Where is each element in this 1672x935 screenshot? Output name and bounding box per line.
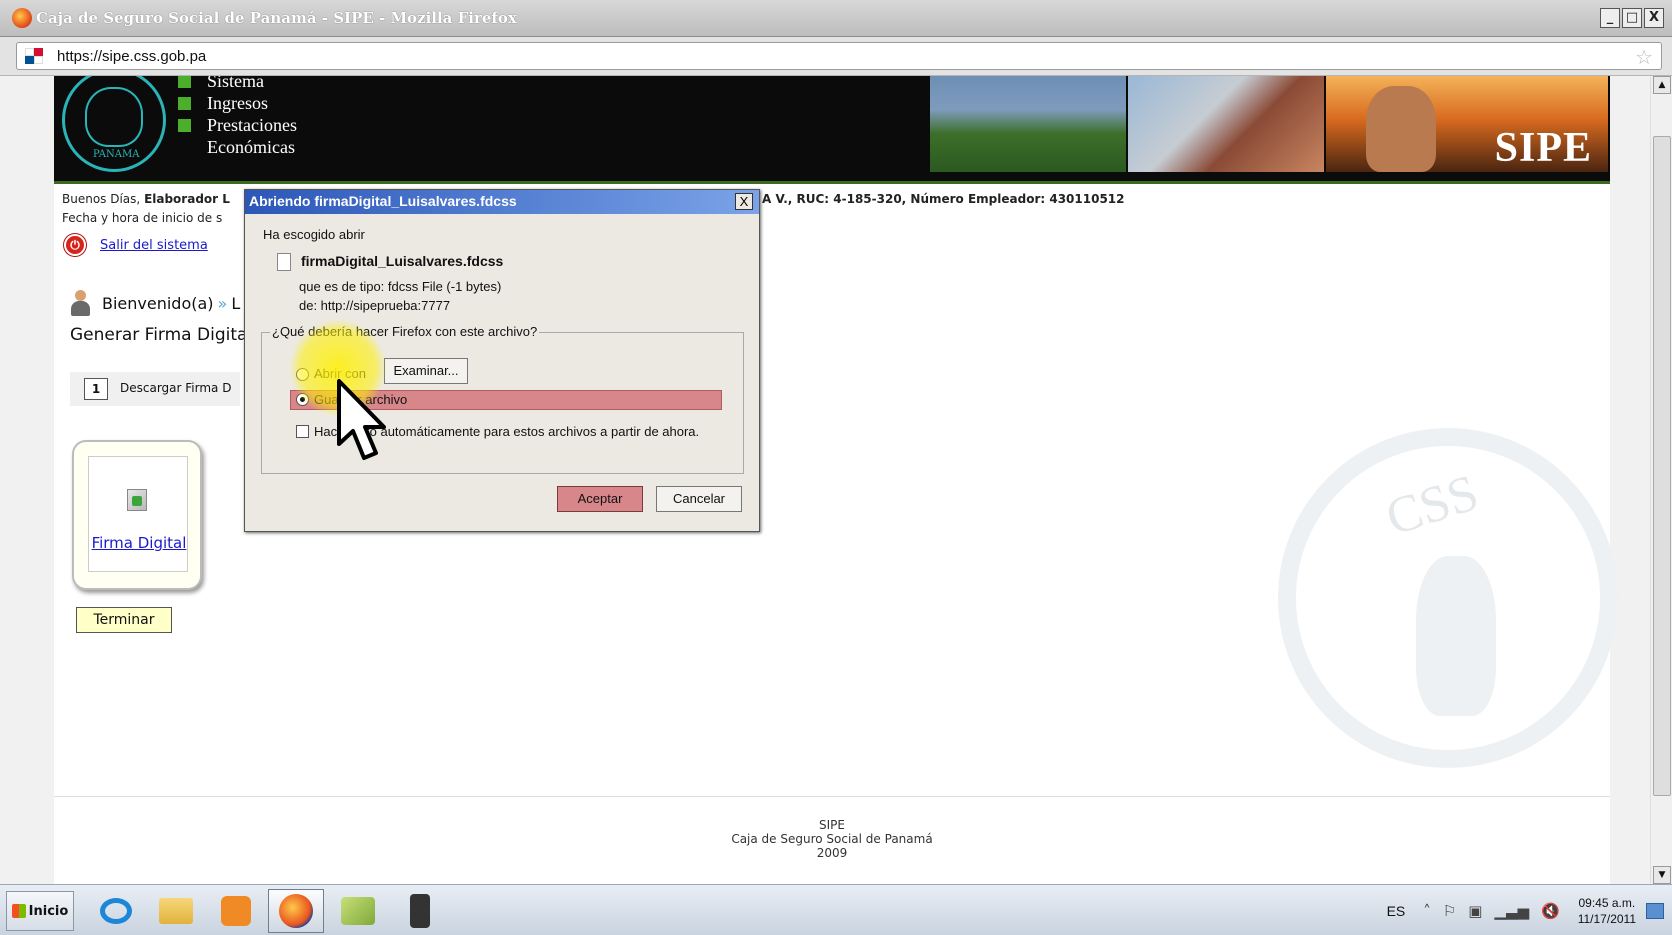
cancel-button[interactable]: Cancelar	[656, 486, 742, 512]
browse-button[interactable]: Examinar...	[384, 358, 468, 384]
open-with-label[interactable]: Abrir con	[314, 366, 366, 381]
scroll-down-icon[interactable]: ▼	[1653, 866, 1671, 884]
notes-app-icon	[341, 897, 375, 925]
scroll-up-icon[interactable]: ▲	[1653, 76, 1671, 94]
firefox-app[interactable]	[268, 889, 324, 933]
file-name: firmaDigital_Luisalvares.fdcss	[301, 253, 504, 269]
menu-item: Prestaciones	[178, 114, 297, 136]
download-document-icon	[127, 489, 147, 511]
media-player-icon	[221, 896, 251, 926]
finish-button[interactable]: Terminar	[76, 607, 172, 633]
sipe-brand: SIPE	[1494, 125, 1592, 171]
breadcrumb: Bienvenido(a) » L	[70, 290, 240, 316]
camera-icon	[410, 894, 430, 928]
window-controls: _ □ X	[1600, 8, 1664, 28]
action-group: ¿Qué debería hacer Firefox con este arch…	[261, 324, 744, 474]
open-file-dialog: Abriendo firmaDigital_Luisalvares.fdcss …	[244, 189, 760, 532]
css-logo: PANAMA	[62, 76, 166, 172]
welcome-label: Bienvenido(a)	[102, 293, 214, 313]
digital-signature-link[interactable]: Firma Digital	[89, 534, 189, 552]
session-start: Fecha y hora de inicio de s	[62, 211, 223, 225]
system-tray: ES ˄ ⚐ ▣ ▁▃▅ 🔇 09:45 a.m. 11/17/2011	[1387, 885, 1672, 935]
banner-photo-family	[930, 76, 1126, 172]
bullet-square-icon	[178, 118, 191, 132]
start-button[interactable]: Inicio	[6, 891, 74, 931]
scrollbar-thumb[interactable]	[1653, 136, 1671, 796]
action-center-flag-icon[interactable]: ⚐	[1443, 902, 1456, 920]
vertical-scrollbar[interactable]: ▲ ▼	[1650, 76, 1672, 884]
ie-icon	[100, 898, 132, 924]
user-icon	[70, 290, 90, 316]
action-question: ¿Qué debería hacer Firefox con este arch…	[270, 324, 540, 339]
user-name: Elaborador L	[144, 192, 230, 206]
url-text: https://sipe.css.gob.pa	[57, 48, 207, 65]
dialog-intro: Ha escogido abrir	[263, 227, 365, 242]
employer-info: A V., RUC: 4-185-320, Número Empleador: …	[762, 192, 1125, 206]
bullet-square-icon	[178, 96, 191, 110]
taskbar: Inicio ES ˄ ⚐ ▣ ▁▃▅ 🔇 09:45 a.m. 11/17/2…	[0, 884, 1672, 935]
device-icon[interactable]: ▣	[1468, 902, 1482, 920]
media-player-app[interactable]	[208, 889, 264, 933]
remember-choice-label[interactable]: Hacer esto automáticamente para estos ar…	[314, 424, 699, 439]
bookmark-star-icon[interactable]: ☆	[1635, 45, 1653, 69]
greeting-line: Buenos Días, Elaborador L	[62, 192, 230, 206]
menu-item: Económicas	[178, 136, 297, 158]
step-number: 1	[84, 378, 108, 400]
logout-link[interactable]: Salir del sistema	[100, 238, 208, 253]
close-window-button[interactable]: X	[1644, 8, 1664, 28]
show-desktop-button[interactable]	[1646, 902, 1664, 919]
logout: ⏻ Salir del sistema	[64, 234, 208, 256]
step-indicator: 1 Descargar Firma D	[70, 372, 240, 406]
url-input[interactable]: https://sipe.css.gob.pa ☆	[16, 42, 1662, 70]
accept-button[interactable]: Aceptar	[557, 486, 643, 512]
file-source: de: http://sipeprueba:7777	[299, 298, 451, 313]
bullet-square-icon	[178, 141, 191, 154]
digital-signature-card: Firma Digital	[72, 440, 202, 590]
header-menu: Sistema Ingresos Prestaciones Económicas	[178, 76, 297, 158]
breadcrumb-separator: »	[217, 293, 228, 313]
logo-label: PANAMA	[93, 149, 140, 160]
breadcrumb-current: L	[231, 293, 241, 313]
page-footer: SIPE Caja de Seguro Social de Panamá 200…	[731, 818, 933, 860]
dialog-close-button[interactable]: X	[735, 193, 753, 210]
system-clock[interactable]: 09:45 a.m. 11/17/2011	[1578, 895, 1636, 927]
file-type: que es de tipo: fdcss File (-1 bytes)	[299, 279, 502, 294]
dialog-title: Abriendo firmaDigital_Luisalvares.fdcss	[245, 190, 759, 214]
firefox-icon	[12, 8, 32, 28]
menu-item: Ingresos	[178, 92, 297, 114]
css-watermark: CSS	[1278, 428, 1618, 768]
network-signal-icon[interactable]: ▁▃▅	[1494, 902, 1529, 920]
open-with-radio[interactable]	[296, 368, 309, 381]
step-label: Descargar Firma D	[120, 381, 232, 395]
save-file-radio[interactable]	[296, 393, 309, 406]
file-explorer-app[interactable]	[148, 889, 204, 933]
navigation-bar: https://sipe.css.gob.pa ☆	[0, 37, 1672, 76]
show-hidden-icons-icon[interactable]: ˄	[1423, 902, 1431, 920]
logo-hands-icon	[85, 87, 143, 147]
file-icon	[277, 253, 291, 271]
footer-divider	[54, 796, 1610, 797]
menu-item: Sistema	[178, 76, 297, 92]
minimize-button[interactable]: _	[1600, 8, 1620, 28]
window-titlebar: Caja de Seguro Social de Panamá - SIPE -…	[0, 0, 1672, 37]
power-icon[interactable]: ⏻	[64, 234, 86, 256]
banner-photo-building	[1128, 76, 1324, 172]
page-title: Generar Firma Digita	[70, 325, 248, 345]
maximize-button[interactable]: □	[1622, 8, 1642, 28]
header-banner: PANAMA Sistema Ingresos Prestaciones Eco…	[54, 76, 1610, 184]
video-camera-app[interactable]	[392, 889, 448, 933]
windows-logo-icon	[11, 904, 26, 918]
site-favicon-icon	[25, 48, 43, 64]
green-app[interactable]	[330, 889, 386, 933]
window-title: Caja de Seguro Social de Panamá - SIPE -…	[36, 9, 517, 27]
folder-icon	[159, 898, 193, 924]
volume-muted-icon[interactable]: 🔇	[1541, 902, 1560, 920]
bullet-square-icon	[178, 76, 191, 88]
save-file-label[interactable]: Guardar archivo	[314, 392, 407, 407]
language-indicator[interactable]: ES	[1387, 903, 1406, 919]
internet-explorer-app[interactable]	[88, 889, 144, 933]
remember-choice-checkbox[interactable]	[296, 425, 309, 438]
firefox-taskbar-icon	[279, 894, 313, 928]
